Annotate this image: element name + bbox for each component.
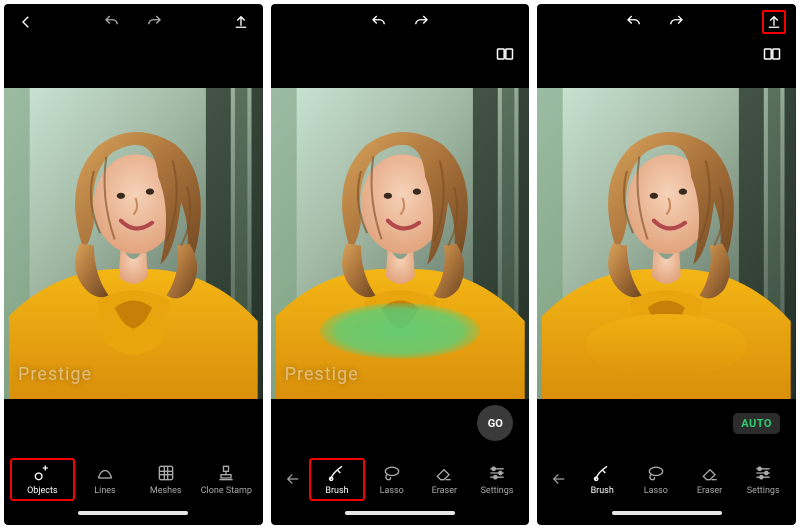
tool-bar-brush: Brush Lasso Eraser Settings: [271, 447, 530, 511]
tutorial-triptych: Prestige Objects Lines Meshes Clone Stam…: [0, 0, 800, 529]
action-row: [4, 399, 263, 447]
image-canvas[interactable]: Prestige: [4, 88, 263, 399]
image-canvas[interactable]: [537, 88, 796, 399]
redo-icon[interactable]: [409, 10, 433, 34]
home-indicator: [537, 511, 796, 525]
screen-1: Prestige Objects Lines Meshes Clone Stam…: [4, 4, 263, 525]
action-row: GO: [271, 399, 530, 447]
sliders-icon: [753, 463, 773, 483]
brush-icon: [592, 463, 612, 483]
lasso-icon: [382, 463, 402, 483]
compare-row: [537, 40, 796, 68]
edited-photo: [271, 88, 530, 399]
spacer: [271, 68, 530, 88]
redo-icon[interactable]: [142, 10, 166, 34]
image-canvas[interactable]: Prestige: [271, 88, 530, 399]
tool-brush[interactable]: Brush: [575, 460, 629, 499]
edited-photo: [4, 88, 263, 399]
home-indicator: [271, 511, 530, 525]
eraser-icon: [700, 463, 720, 483]
screen-2: Prestige GO Brush Lasso Eraser: [271, 4, 530, 525]
go-button[interactable]: GO: [477, 405, 513, 441]
arrow-left-icon: [550, 470, 568, 488]
tool-label: Clone Stamp: [201, 486, 252, 496]
tool-meshes[interactable]: Meshes: [135, 460, 196, 499]
tool-brush[interactable]: Brush: [309, 458, 366, 501]
redo-icon[interactable]: [664, 10, 688, 34]
top-bar: [4, 4, 263, 40]
undo-icon[interactable]: [100, 10, 124, 34]
tool-label: Lasso: [644, 486, 668, 496]
eraser-icon: [434, 463, 454, 483]
spacer: [537, 68, 796, 88]
tool-label: Lasso: [380, 486, 404, 496]
tool-lines[interactable]: Lines: [75, 460, 136, 499]
tool-label: Meshes: [150, 486, 182, 496]
spacer: [4, 40, 263, 88]
compare-icon[interactable]: [760, 42, 784, 66]
tool-lasso[interactable]: Lasso: [629, 460, 683, 499]
toolbar-back-button[interactable]: [543, 467, 575, 491]
tool-label: Settings: [747, 486, 780, 496]
tool-label: Brush: [591, 486, 614, 496]
compare-row: [271, 40, 530, 68]
sparkle-icon: [32, 463, 52, 483]
export-icon[interactable]: [762, 10, 786, 34]
top-bar: [537, 4, 796, 40]
tool-clone-stamp[interactable]: Clone Stamp: [196, 460, 257, 499]
lasso-icon: [646, 463, 666, 483]
export-icon[interactable]: [229, 10, 253, 34]
screen-3: AUTO Brush Lasso Eraser Settings: [537, 4, 796, 525]
brush-icon: [327, 463, 347, 483]
compare-icon[interactable]: [493, 42, 517, 66]
action-row: AUTO: [537, 399, 796, 447]
sliders-icon: [487, 463, 507, 483]
tool-bar-main: Objects Lines Meshes Clone Stamp: [4, 447, 263, 511]
tool-bar-brush: Brush Lasso Eraser Settings: [537, 447, 796, 511]
undo-icon[interactable]: [622, 10, 646, 34]
tool-settings[interactable]: Settings: [736, 460, 790, 499]
toolbar-back-button[interactable]: [277, 467, 309, 491]
tool-label: Brush: [325, 486, 348, 496]
tool-objects[interactable]: Objects: [10, 458, 75, 501]
arrow-left-icon: [284, 470, 302, 488]
auto-button[interactable]: AUTO: [733, 413, 780, 434]
tool-lasso[interactable]: Lasso: [365, 460, 418, 499]
tool-label: Eraser: [697, 486, 722, 496]
stamp-icon: [216, 463, 236, 483]
back-icon[interactable]: [14, 10, 38, 34]
undo-icon[interactable]: [367, 10, 391, 34]
tool-label: Eraser: [432, 486, 457, 496]
tool-label: Objects: [27, 486, 57, 496]
tool-eraser[interactable]: Eraser: [683, 460, 737, 499]
mesh-icon: [156, 463, 176, 483]
tool-settings[interactable]: Settings: [471, 460, 524, 499]
lines-icon: [95, 463, 115, 483]
top-bar: [271, 4, 530, 40]
edited-photo: [537, 88, 796, 399]
tool-eraser[interactable]: Eraser: [418, 460, 471, 499]
home-indicator: [4, 511, 263, 525]
tool-label: Settings: [481, 486, 514, 496]
tool-label: Lines: [94, 486, 115, 496]
